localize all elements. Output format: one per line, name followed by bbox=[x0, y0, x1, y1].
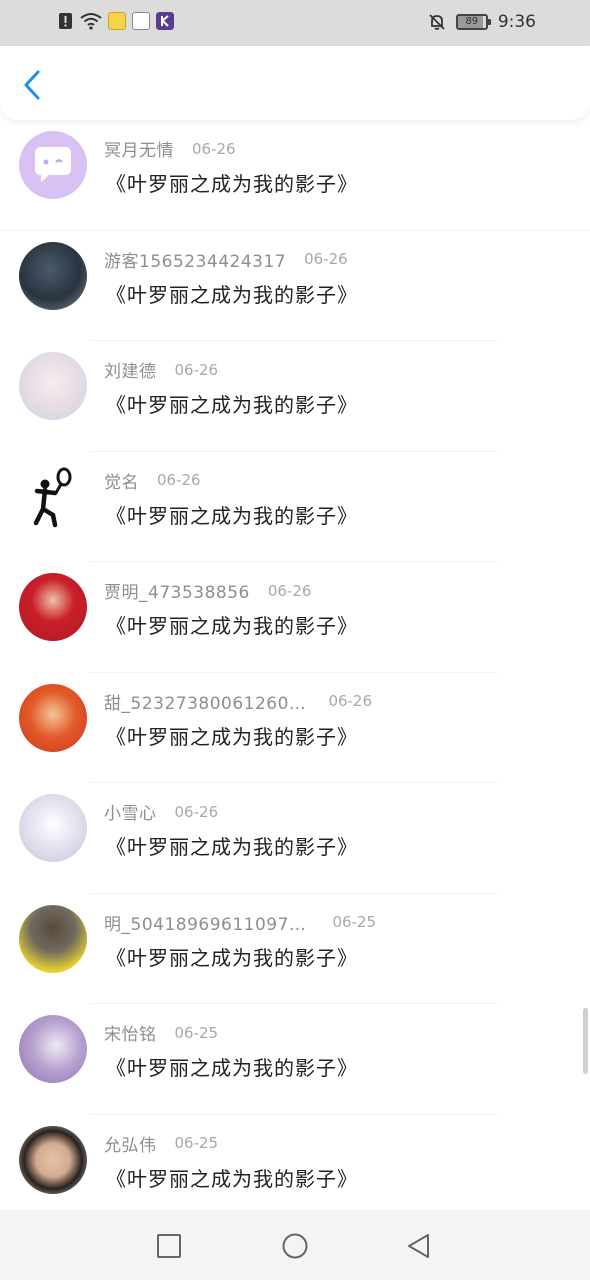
comment-meta: 小雪心 06-26 bbox=[104, 799, 219, 825]
comment-date: 06-25 bbox=[174, 1023, 219, 1042]
battery-indicator: 89 bbox=[455, 14, 491, 30]
photo-avatar[interactable] bbox=[19, 1015, 87, 1083]
photo-avatar[interactable] bbox=[19, 573, 87, 641]
list-item[interactable]: 甜_52327380061260… 06-26 《叶罗丽之成为我的影子》 bbox=[0, 673, 590, 783]
home-button[interactable] bbox=[281, 1232, 309, 1260]
comment-date: 06-26 bbox=[157, 471, 201, 489]
comment-list[interactable]: 冥月无情 06-26 《叶罗丽之成为我的影子》 游客1565234424317 … bbox=[0, 120, 590, 1225]
photo-avatar[interactable] bbox=[19, 683, 87, 752]
comment-date: 06-26 bbox=[267, 581, 312, 600]
photo-avatar[interactable] bbox=[19, 241, 87, 310]
comment-meta: 宋怡铭 06-25 bbox=[104, 1020, 219, 1046]
photo-avatar[interactable] bbox=[19, 904, 87, 973]
comment-text: 《叶罗丽之成为我的影子》 bbox=[106, 503, 358, 528]
status-icons-left bbox=[58, 12, 174, 30]
comment-text: 《叶罗丽之成为我的影子》 bbox=[106, 835, 358, 859]
photo-avatar[interactable] bbox=[19, 794, 87, 862]
app-icon-k bbox=[156, 12, 174, 30]
comment-meta: 刘建德 06-26 bbox=[104, 357, 219, 383]
comment-text: 《叶罗丽之成为我的影子》 bbox=[106, 393, 358, 417]
comment-meta: 明_50418969611097… 06-25 bbox=[104, 910, 376, 935]
status-time: 9:36 bbox=[497, 12, 536, 32]
list-item[interactable]: 宋怡铭 06-25 《叶罗丽之成为我的影子》 bbox=[0, 1004, 590, 1115]
mute-bell-icon bbox=[429, 14, 445, 30]
comment-date: 06-25 bbox=[174, 1134, 219, 1152]
wifi-icon bbox=[80, 13, 102, 30]
list-item[interactable]: 明_50418969611097… 06-25 《叶罗丽之成为我的影子》 bbox=[0, 894, 590, 1004]
status-icons-right: 89 9:36 bbox=[428, 12, 536, 32]
username[interactable]: 小雪心 bbox=[104, 799, 157, 824]
comment-text: 《叶罗丽之成为我的影子》 bbox=[106, 1056, 358, 1080]
list-item[interactable]: 游客1565234424317 06-26 《叶罗丽之成为我的影子》 bbox=[0, 231, 590, 341]
triangle-back-icon bbox=[408, 1234, 429, 1258]
app-icon-2 bbox=[132, 12, 150, 30]
circle-icon bbox=[282, 1233, 308, 1259]
stick-figure-icon bbox=[33, 467, 72, 527]
nav-back-button[interactable] bbox=[405, 1232, 433, 1260]
username[interactable]: 宋怡铭 bbox=[104, 1020, 157, 1045]
comment-date: 06-26 bbox=[304, 250, 348, 268]
chat-bubble-avatar[interactable] bbox=[19, 131, 87, 199]
comment-meta: 甜_52327380061260… 06-26 bbox=[104, 689, 372, 714]
username[interactable]: 游客1565234424317 bbox=[104, 247, 286, 272]
chat-bubble-icon bbox=[35, 147, 71, 182]
comment-meta: 游客1565234424317 06-26 bbox=[104, 247, 348, 272]
username[interactable]: 觉名 bbox=[104, 468, 139, 493]
list-item[interactable]: 冥月无情 06-26 《叶罗丽之成为我的影子》 bbox=[0, 120, 590, 231]
list-item[interactable]: 觉名 06-26 《叶罗丽之成为我的影子》 bbox=[0, 452, 590, 562]
app-icon-1 bbox=[108, 12, 126, 30]
username[interactable]: 甜_52327380061260… bbox=[104, 689, 306, 714]
list-item[interactable]: 贾明_473538856 06-26 《叶罗丽之成为我的影子》 bbox=[0, 562, 590, 673]
comment-text: 《叶罗丽之成为我的影子》 bbox=[106, 724, 358, 749]
system-nav-bar bbox=[0, 1210, 590, 1280]
comment-date: 06-26 bbox=[328, 692, 373, 710]
alert-icon bbox=[59, 13, 72, 29]
username[interactable]: 允弘伟 bbox=[104, 1131, 157, 1156]
top-app-bar bbox=[0, 46, 590, 120]
comment-text: 《叶罗丽之成为我的影子》 bbox=[106, 172, 358, 196]
comment-date: 06-26 bbox=[192, 139, 236, 158]
comment-meta: 冥月无情 06-26 bbox=[104, 136, 236, 162]
chevron-left-icon bbox=[24, 70, 40, 100]
comment-text: 《叶罗丽之成为我的影子》 bbox=[106, 614, 358, 638]
list-item[interactable]: 小雪心 06-26 《叶罗丽之成为我的影子》 bbox=[0, 783, 590, 894]
username[interactable]: 明_50418969611097… bbox=[104, 910, 306, 935]
comment-meta: 觉名 06-26 bbox=[104, 468, 201, 493]
comment-date: 06-26 bbox=[174, 360, 219, 379]
stick-figure-avatar[interactable] bbox=[19, 462, 87, 531]
comment-meta: 贾明_473538856 06-26 bbox=[104, 578, 312, 604]
list-item[interactable]: 允弘伟 06-25 《叶罗丽之成为我的影子》 bbox=[0, 1115, 590, 1226]
status-bar: 89 9:36 bbox=[0, 0, 590, 46]
username[interactable]: 贾明_473538856 bbox=[104, 578, 250, 603]
comment-date: 06-25 bbox=[332, 913, 377, 931]
username[interactable]: 冥月无情 bbox=[104, 136, 174, 161]
back-button[interactable] bbox=[18, 68, 48, 102]
comment-text: 《叶罗丽之成为我的影子》 bbox=[106, 945, 358, 970]
comment-date: 06-26 bbox=[174, 802, 219, 821]
comment-text: 《叶罗丽之成为我的影子》 bbox=[106, 1166, 358, 1191]
scrollbar[interactable] bbox=[583, 1008, 588, 1074]
comment-meta: 允弘伟 06-25 bbox=[104, 1131, 218, 1156]
square-icon bbox=[157, 1234, 181, 1258]
recents-button[interactable] bbox=[155, 1232, 183, 1260]
photo-avatar[interactable] bbox=[19, 1125, 87, 1194]
username[interactable]: 刘建德 bbox=[104, 357, 157, 382]
photo-avatar[interactable] bbox=[19, 352, 87, 420]
list-item[interactable]: 刘建德 06-26 《叶罗丽之成为我的影子》 bbox=[0, 341, 590, 452]
comment-text: 《叶罗丽之成为我的影子》 bbox=[106, 282, 358, 307]
